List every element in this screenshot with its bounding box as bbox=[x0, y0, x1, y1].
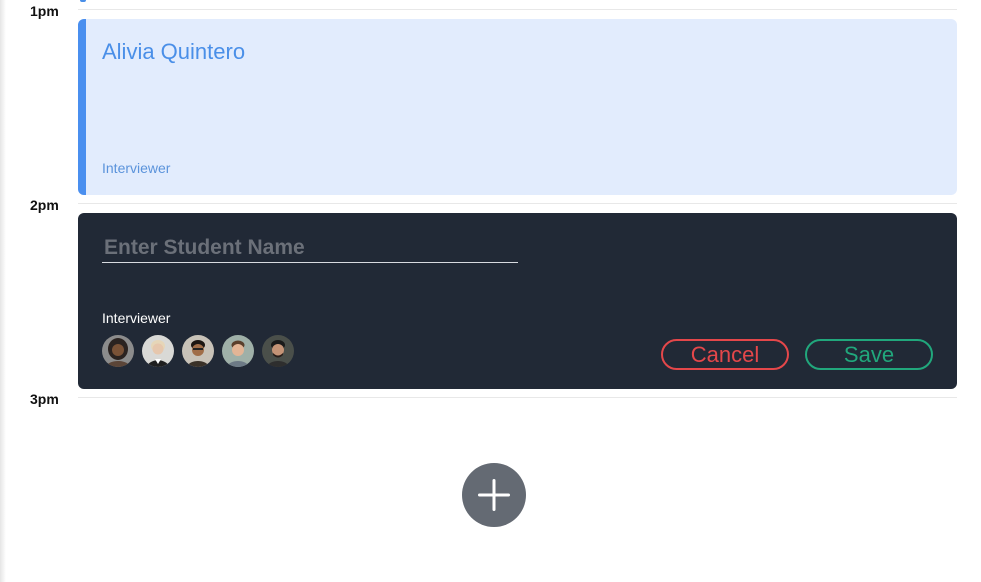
hour-divider bbox=[78, 9, 957, 10]
time-label-1pm: 1pm bbox=[30, 3, 59, 19]
interviewer-avatar-5[interactable] bbox=[262, 335, 294, 367]
save-button[interactable]: Save bbox=[805, 339, 933, 370]
hour-divider bbox=[78, 397, 957, 398]
interviewer-label: Interviewer bbox=[102, 310, 171, 326]
plus-icon bbox=[478, 479, 510, 511]
interviewer-avatar-3[interactable] bbox=[182, 335, 214, 367]
previous-event-accent bbox=[80, 0, 86, 2]
event-accent-bar bbox=[78, 19, 86, 195]
interviewer-avatar-2[interactable] bbox=[142, 335, 174, 367]
interviewer-avatar-4[interactable] bbox=[222, 335, 254, 367]
event-card[interactable]: Alivia Quintero Interviewer bbox=[78, 19, 957, 195]
event-student-name: Alivia Quintero bbox=[102, 39, 246, 64]
interviewer-avatar-list bbox=[102, 335, 294, 367]
cancel-button[interactable]: Cancel bbox=[661, 339, 789, 370]
schedule-page: 1pm Alivia Quintero Interviewer 2pm Inte… bbox=[0, 0, 981, 582]
time-label-3pm: 3pm bbox=[30, 391, 59, 407]
time-label-2pm: 2pm bbox=[30, 197, 59, 213]
event-role-label: Interviewer bbox=[102, 160, 171, 176]
student-name-input[interactable] bbox=[102, 233, 518, 263]
new-event-editor: Interviewer bbox=[78, 213, 957, 389]
hour-divider bbox=[78, 203, 957, 204]
interviewer-avatar-1[interactable] bbox=[102, 335, 134, 367]
panel-edge-shadow bbox=[0, 0, 6, 582]
add-event-button[interactable] bbox=[462, 463, 526, 527]
